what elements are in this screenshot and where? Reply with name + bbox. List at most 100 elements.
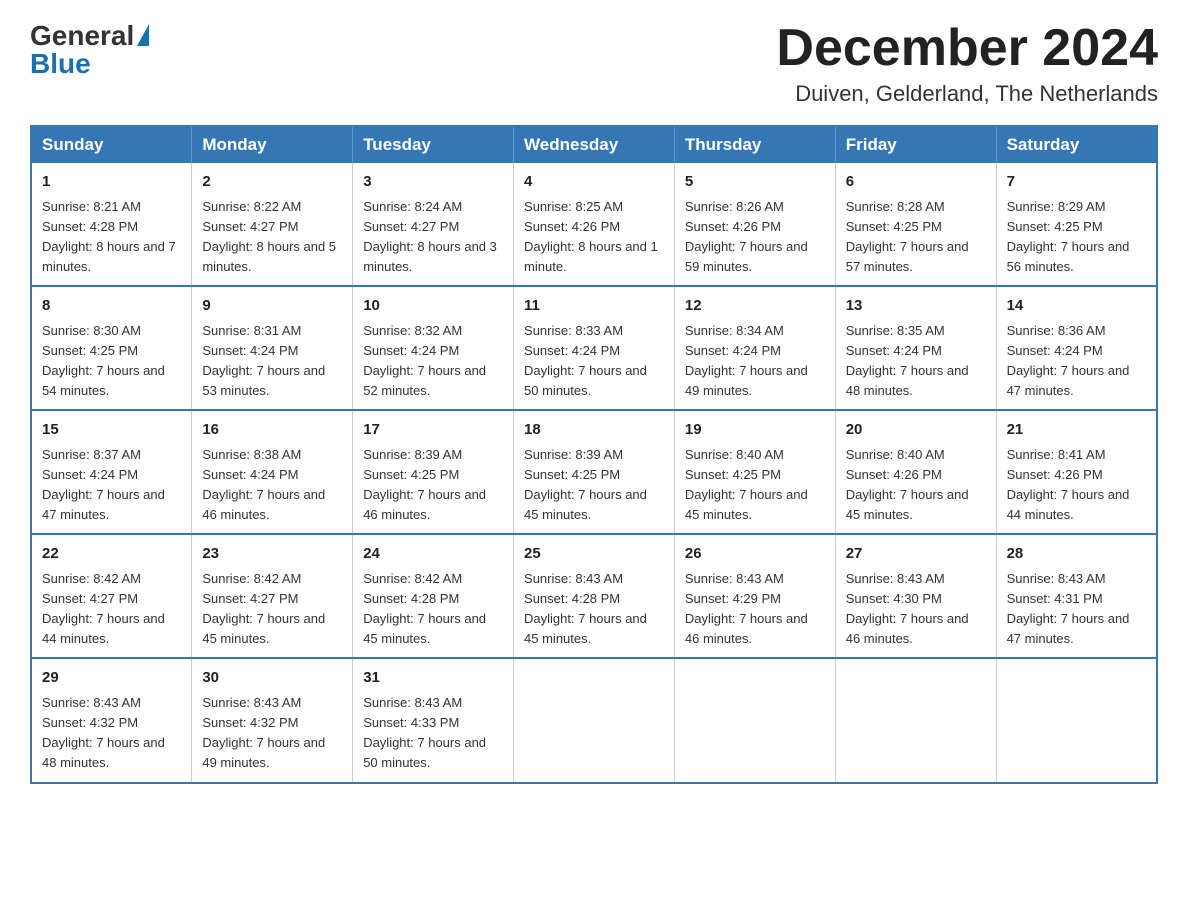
calendar-cell: 14 Sunrise: 8:36 AMSunset: 4:24 PMDaylig…: [996, 286, 1157, 410]
calendar-cell: 29 Sunrise: 8:43 AMSunset: 4:32 PMDaylig…: [31, 658, 192, 782]
day-info: Sunrise: 8:35 AMSunset: 4:24 PMDaylight:…: [846, 323, 969, 398]
day-number: 22: [42, 543, 181, 566]
day-number: 29: [42, 667, 181, 690]
day-number: 25: [524, 543, 664, 566]
day-number: 19: [685, 419, 825, 442]
weekday-header-tuesday: Tuesday: [353, 126, 514, 163]
calendar-week-row: 8 Sunrise: 8:30 AMSunset: 4:25 PMDayligh…: [31, 286, 1157, 410]
calendar-cell: 12 Sunrise: 8:34 AMSunset: 4:24 PMDaylig…: [674, 286, 835, 410]
calendar-cell: 18 Sunrise: 8:39 AMSunset: 4:25 PMDaylig…: [514, 410, 675, 534]
day-info: Sunrise: 8:43 AMSunset: 4:32 PMDaylight:…: [42, 695, 165, 770]
calendar-week-row: 15 Sunrise: 8:37 AMSunset: 4:24 PMDaylig…: [31, 410, 1157, 534]
calendar-cell: 21 Sunrise: 8:41 AMSunset: 4:26 PMDaylig…: [996, 410, 1157, 534]
day-info: Sunrise: 8:37 AMSunset: 4:24 PMDaylight:…: [42, 447, 165, 522]
logo: General Blue: [30, 20, 149, 80]
weekday-header-thursday: Thursday: [674, 126, 835, 163]
calendar-week-row: 22 Sunrise: 8:42 AMSunset: 4:27 PMDaylig…: [31, 534, 1157, 658]
day-info: Sunrise: 8:28 AMSunset: 4:25 PMDaylight:…: [846, 199, 969, 274]
day-info: Sunrise: 8:30 AMSunset: 4:25 PMDaylight:…: [42, 323, 165, 398]
calendar-cell: 16 Sunrise: 8:38 AMSunset: 4:24 PMDaylig…: [192, 410, 353, 534]
day-info: Sunrise: 8:42 AMSunset: 4:27 PMDaylight:…: [42, 571, 165, 646]
calendar-cell: 2 Sunrise: 8:22 AMSunset: 4:27 PMDayligh…: [192, 163, 353, 286]
day-number: 5: [685, 171, 825, 194]
day-info: Sunrise: 8:42 AMSunset: 4:28 PMDaylight:…: [363, 571, 486, 646]
day-number: 1: [42, 171, 181, 194]
day-number: 17: [363, 419, 503, 442]
calendar-cell: 8 Sunrise: 8:30 AMSunset: 4:25 PMDayligh…: [31, 286, 192, 410]
day-number: 24: [363, 543, 503, 566]
day-number: 30: [202, 667, 342, 690]
calendar-cell: [835, 658, 996, 782]
day-number: 2: [202, 171, 342, 194]
day-number: 27: [846, 543, 986, 566]
day-info: Sunrise: 8:40 AMSunset: 4:25 PMDaylight:…: [685, 447, 808, 522]
calendar-week-row: 1 Sunrise: 8:21 AMSunset: 4:28 PMDayligh…: [31, 163, 1157, 286]
day-number: 23: [202, 543, 342, 566]
day-number: 6: [846, 171, 986, 194]
day-info: Sunrise: 8:43 AMSunset: 4:32 PMDaylight:…: [202, 695, 325, 770]
day-info: Sunrise: 8:24 AMSunset: 4:27 PMDaylight:…: [363, 199, 497, 274]
weekday-header-monday: Monday: [192, 126, 353, 163]
day-info: Sunrise: 8:32 AMSunset: 4:24 PMDaylight:…: [363, 323, 486, 398]
calendar-cell: 7 Sunrise: 8:29 AMSunset: 4:25 PMDayligh…: [996, 163, 1157, 286]
day-info: Sunrise: 8:33 AMSunset: 4:24 PMDaylight:…: [524, 323, 647, 398]
calendar-cell: 24 Sunrise: 8:42 AMSunset: 4:28 PMDaylig…: [353, 534, 514, 658]
day-number: 11: [524, 295, 664, 318]
day-number: 4: [524, 171, 664, 194]
day-info: Sunrise: 8:39 AMSunset: 4:25 PMDaylight:…: [363, 447, 486, 522]
day-info: Sunrise: 8:36 AMSunset: 4:24 PMDaylight:…: [1007, 323, 1130, 398]
weekday-header-saturday: Saturday: [996, 126, 1157, 163]
day-number: 20: [846, 419, 986, 442]
day-info: Sunrise: 8:34 AMSunset: 4:24 PMDaylight:…: [685, 323, 808, 398]
calendar-cell: 5 Sunrise: 8:26 AMSunset: 4:26 PMDayligh…: [674, 163, 835, 286]
calendar-cell: 31 Sunrise: 8:43 AMSunset: 4:33 PMDaylig…: [353, 658, 514, 782]
day-number: 12: [685, 295, 825, 318]
day-number: 8: [42, 295, 181, 318]
calendar-cell: 26 Sunrise: 8:43 AMSunset: 4:29 PMDaylig…: [674, 534, 835, 658]
calendar-cell: 10 Sunrise: 8:32 AMSunset: 4:24 PMDaylig…: [353, 286, 514, 410]
calendar-cell: 11 Sunrise: 8:33 AMSunset: 4:24 PMDaylig…: [514, 286, 675, 410]
calendar-header-row: SundayMondayTuesdayWednesdayThursdayFrid…: [31, 126, 1157, 163]
calendar-cell: 23 Sunrise: 8:42 AMSunset: 4:27 PMDaylig…: [192, 534, 353, 658]
day-number: 10: [363, 295, 503, 318]
day-number: 9: [202, 295, 342, 318]
calendar-cell: 9 Sunrise: 8:31 AMSunset: 4:24 PMDayligh…: [192, 286, 353, 410]
day-number: 31: [363, 667, 503, 690]
month-title: December 2024: [776, 20, 1158, 77]
calendar-cell: 15 Sunrise: 8:37 AMSunset: 4:24 PMDaylig…: [31, 410, 192, 534]
calendar-cell: [674, 658, 835, 782]
day-info: Sunrise: 8:31 AMSunset: 4:24 PMDaylight:…: [202, 323, 325, 398]
logo-blue-text: Blue: [30, 48, 91, 80]
day-number: 15: [42, 419, 181, 442]
day-number: 18: [524, 419, 664, 442]
calendar-cell: 20 Sunrise: 8:40 AMSunset: 4:26 PMDaylig…: [835, 410, 996, 534]
day-info: Sunrise: 8:22 AMSunset: 4:27 PMDaylight:…: [202, 199, 336, 274]
day-info: Sunrise: 8:29 AMSunset: 4:25 PMDaylight:…: [1007, 199, 1130, 274]
day-info: Sunrise: 8:43 AMSunset: 4:29 PMDaylight:…: [685, 571, 808, 646]
day-number: 3: [363, 171, 503, 194]
day-info: Sunrise: 8:43 AMSunset: 4:33 PMDaylight:…: [363, 695, 486, 770]
calendar-cell: [996, 658, 1157, 782]
calendar-cell: 4 Sunrise: 8:25 AMSunset: 4:26 PMDayligh…: [514, 163, 675, 286]
calendar-cell: [514, 658, 675, 782]
day-info: Sunrise: 8:39 AMSunset: 4:25 PMDaylight:…: [524, 447, 647, 522]
weekday-header-sunday: Sunday: [31, 126, 192, 163]
day-number: 16: [202, 419, 342, 442]
day-info: Sunrise: 8:40 AMSunset: 4:26 PMDaylight:…: [846, 447, 969, 522]
day-number: 13: [846, 295, 986, 318]
day-info: Sunrise: 8:43 AMSunset: 4:28 PMDaylight:…: [524, 571, 647, 646]
calendar-cell: 17 Sunrise: 8:39 AMSunset: 4:25 PMDaylig…: [353, 410, 514, 534]
day-info: Sunrise: 8:42 AMSunset: 4:27 PMDaylight:…: [202, 571, 325, 646]
title-area: December 2024 Duiven, Gelderland, The Ne…: [776, 20, 1158, 107]
day-number: 14: [1007, 295, 1146, 318]
day-number: 28: [1007, 543, 1146, 566]
logo-triangle-icon: [137, 24, 149, 46]
day-number: 21: [1007, 419, 1146, 442]
calendar-cell: 19 Sunrise: 8:40 AMSunset: 4:25 PMDaylig…: [674, 410, 835, 534]
calendar-cell: 6 Sunrise: 8:28 AMSunset: 4:25 PMDayligh…: [835, 163, 996, 286]
day-info: Sunrise: 8:43 AMSunset: 4:30 PMDaylight:…: [846, 571, 969, 646]
weekday-header-friday: Friday: [835, 126, 996, 163]
day-info: Sunrise: 8:38 AMSunset: 4:24 PMDaylight:…: [202, 447, 325, 522]
calendar-cell: 28 Sunrise: 8:43 AMSunset: 4:31 PMDaylig…: [996, 534, 1157, 658]
calendar-cell: 25 Sunrise: 8:43 AMSunset: 4:28 PMDaylig…: [514, 534, 675, 658]
